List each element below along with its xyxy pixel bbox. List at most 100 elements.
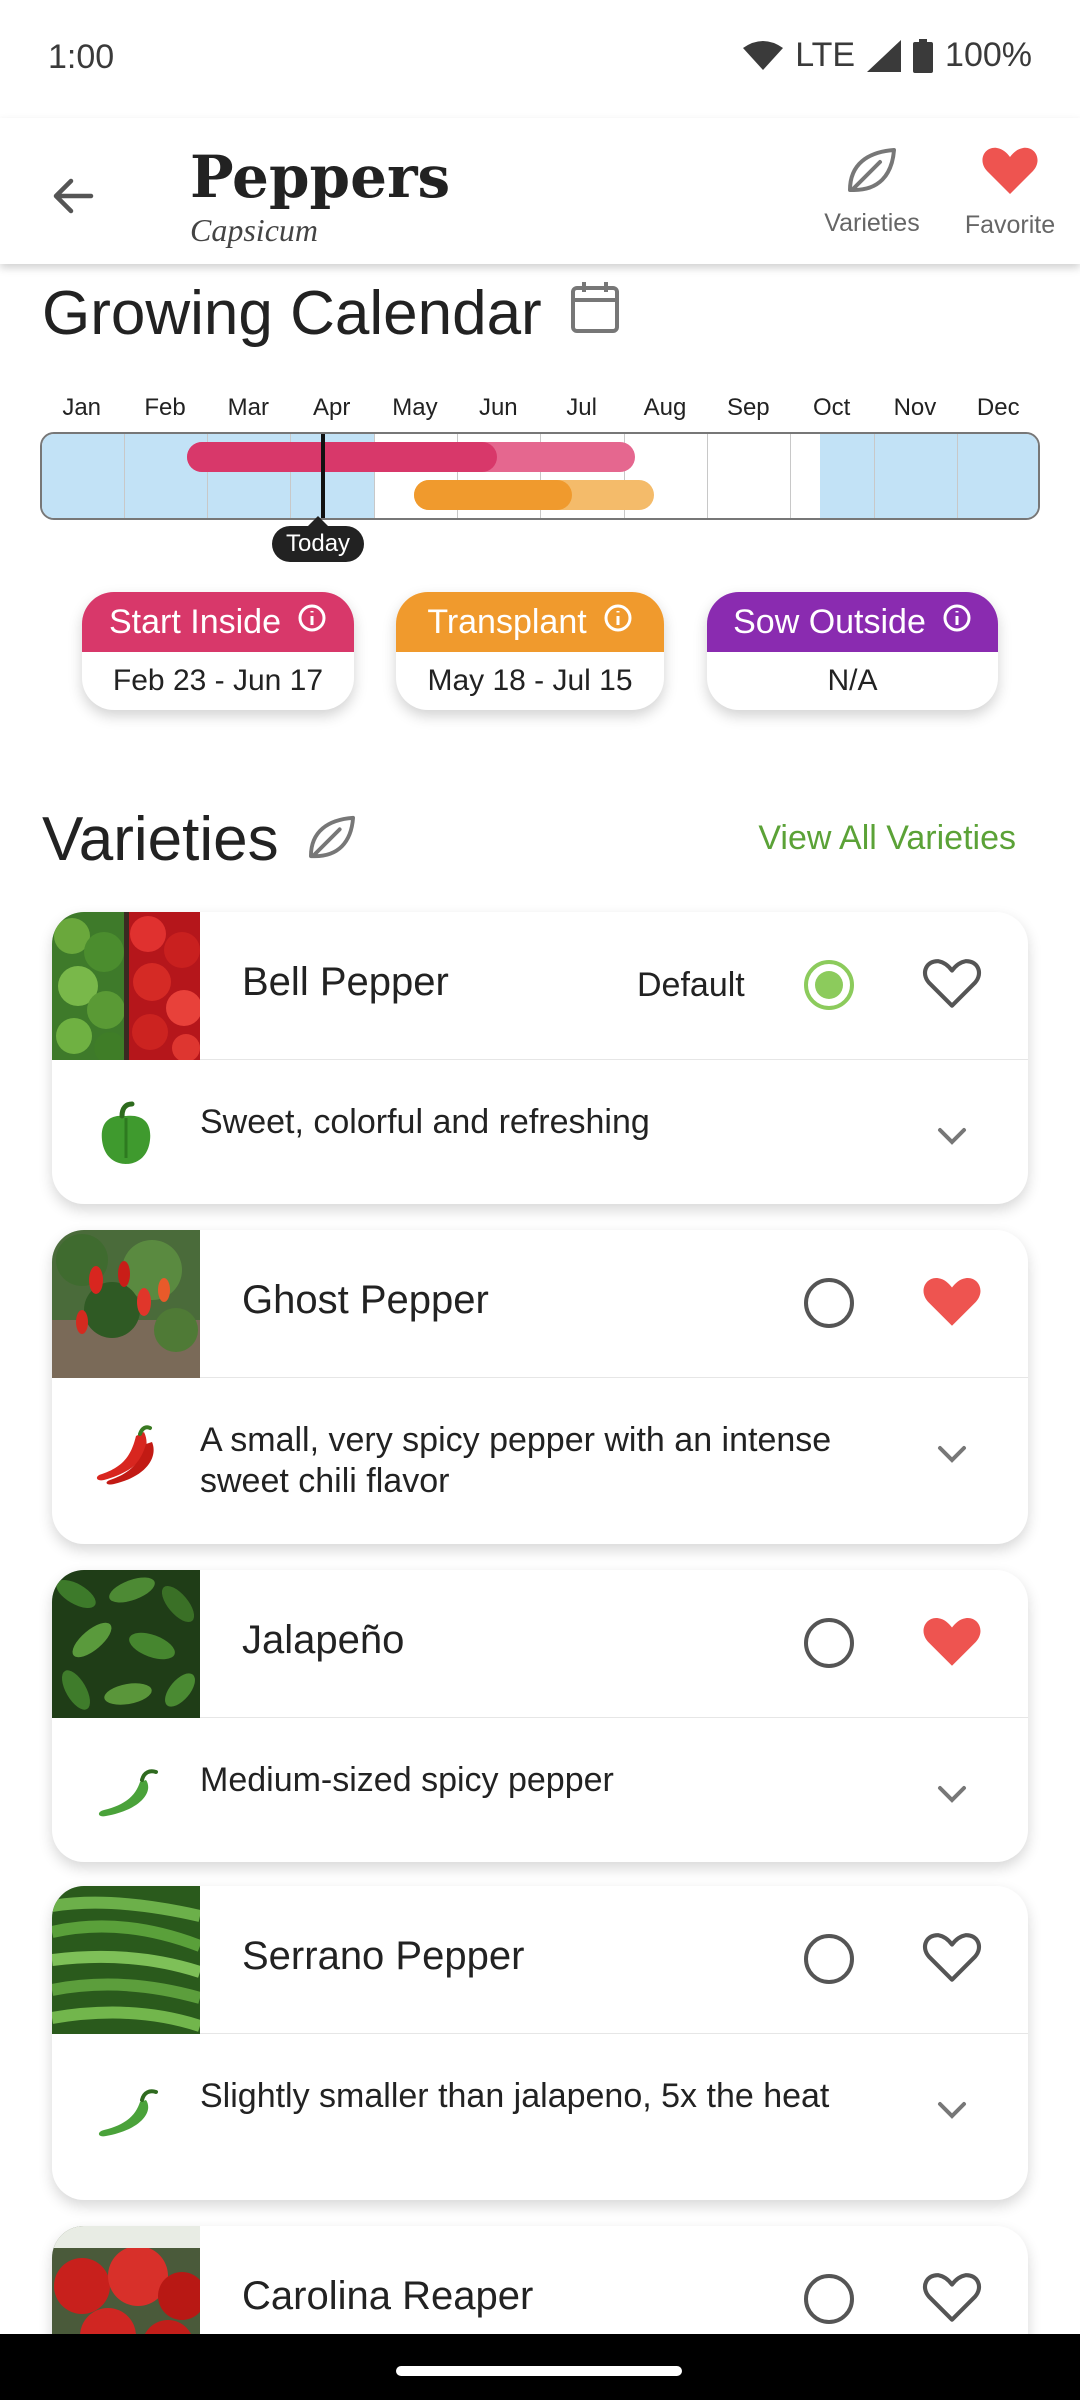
default-label: Default bbox=[637, 966, 745, 1004]
status-time: 1:00 bbox=[48, 38, 115, 76]
variety-description: Medium-sized spicy pepper bbox=[200, 1761, 614, 1799]
month-label: May bbox=[392, 394, 438, 421]
chevron-down-icon[interactable] bbox=[932, 2090, 972, 2130]
default-radio[interactable] bbox=[804, 1618, 854, 1668]
info-icon bbox=[297, 603, 327, 642]
month-label: Mar bbox=[227, 394, 269, 421]
leaf-icon bbox=[846, 146, 898, 209]
view-all-varieties-link[interactable]: View All Varieties bbox=[758, 819, 1016, 858]
variety-name: Ghost Pepper bbox=[242, 1278, 489, 1322]
chip-label: Start Inside bbox=[109, 602, 281, 641]
status-bar: 1:00 LTE 100% bbox=[0, 0, 1080, 118]
sow-outside-chip[interactable]: Sow Outside N/A bbox=[707, 592, 998, 710]
varieties-title: Varieties bbox=[42, 805, 279, 874]
month-label: Jan bbox=[62, 394, 102, 421]
month-label: Oct bbox=[812, 394, 851, 421]
favorite-button[interactable]: Favorite bbox=[950, 146, 1070, 240]
variety-name: Carolina Reaper bbox=[242, 2274, 534, 2318]
variety-description: A small, very spicy pepper with an inten… bbox=[200, 1421, 832, 1500]
heart-outline-icon[interactable] bbox=[922, 956, 982, 1016]
month-label: Dec bbox=[976, 394, 1020, 421]
month-label: Sep bbox=[726, 394, 770, 421]
chevron-down-icon[interactable] bbox=[932, 1116, 972, 1156]
page-title: Peppers bbox=[190, 143, 451, 211]
app-bar: Peppers Capsicum Varieties Favorite bbox=[0, 118, 1080, 264]
signal-icon bbox=[867, 39, 902, 72]
start-inside-chip[interactable]: Start Inside Feb 23 - Jun 17 bbox=[82, 592, 354, 710]
leaf-icon bbox=[307, 804, 357, 875]
arrow-back-icon bbox=[49, 173, 95, 224]
chip-header: Transplant bbox=[396, 592, 664, 652]
variety-card-carolina-reaper[interactable]: Carolina Reaper bbox=[52, 2226, 1028, 2334]
bell-pepper-icon bbox=[92, 1100, 160, 1168]
month-label: Apr bbox=[312, 394, 351, 421]
chip-value: Feb 23 - Jun 17 bbox=[112, 664, 324, 697]
variety-thumbnail bbox=[52, 1230, 200, 1378]
calendar-icon bbox=[570, 278, 620, 349]
network-label: LTE bbox=[795, 36, 856, 74]
month-label: Nov bbox=[893, 394, 937, 421]
home-gesture-handle[interactable] bbox=[396, 2366, 682, 2376]
month-labels: Jan Feb Mar Apr May Jun Jul Aug Sep Oct … bbox=[40, 394, 1040, 422]
chip-label: Transplant bbox=[427, 602, 587, 641]
varieties-button[interactable]: Varieties bbox=[812, 146, 932, 238]
title-block: Peppers Capsicum bbox=[190, 148, 450, 249]
transplant-chip[interactable]: Transplant May 18 - Jul 15 bbox=[396, 592, 664, 710]
heart-outline-icon[interactable] bbox=[922, 1930, 982, 1990]
battery-icon bbox=[913, 38, 934, 73]
month-label: Jul bbox=[566, 394, 597, 421]
green-chili-icon bbox=[92, 1758, 160, 1826]
variety-thumbnail bbox=[52, 1886, 203, 2034]
variety-description: Slightly smaller than jalapeno, 5x the h… bbox=[200, 2077, 830, 2115]
default-radio[interactable] bbox=[804, 2274, 854, 2324]
variety-thumbnail bbox=[52, 1570, 200, 1718]
content-scroll[interactable]: Growing Calendar Jan Feb Mar Apr May Jun… bbox=[0, 264, 1080, 2334]
card-header: Serrano Pepper bbox=[52, 1886, 1028, 2034]
chip-header: Sow Outside bbox=[707, 592, 998, 652]
variety-description: Sweet, colorful and refreshing bbox=[200, 1103, 650, 1141]
wifi-icon bbox=[743, 40, 784, 72]
chip-value: N/A bbox=[827, 664, 878, 697]
card-header: Ghost Pepper bbox=[52, 1230, 1028, 1378]
green-chili-icon bbox=[92, 2078, 160, 2146]
chip-header: Start Inside bbox=[82, 592, 354, 652]
status-icons: LTE 100% bbox=[743, 36, 1032, 75]
variety-card-serrano-pepper[interactable]: Serrano Pepper Slightly smaller than jal… bbox=[52, 1886, 1028, 2200]
growing-timeline[interactable] bbox=[40, 432, 1040, 520]
variety-card-jalapeno[interactable]: Jalapeño Medium-sized spicy pepper bbox=[52, 1570, 1028, 1862]
card-header: Jalapeño bbox=[52, 1570, 1028, 1718]
variety-thumbnail bbox=[52, 2226, 206, 2334]
hot-pepper-icon bbox=[92, 1422, 160, 1490]
default-radio[interactable] bbox=[804, 960, 854, 1010]
variety-card-ghost-pepper[interactable]: Ghost Pepper A small, very spicy pepper … bbox=[52, 1230, 1028, 1544]
default-radio[interactable] bbox=[804, 1934, 854, 1984]
transplant-range bbox=[414, 480, 572, 510]
heart-filled-icon bbox=[981, 146, 1039, 211]
default-radio[interactable] bbox=[804, 1278, 854, 1328]
variety-card-bell-pepper[interactable]: Bell Pepper Default Sweet, colorful and … bbox=[52, 912, 1028, 1204]
variety-thumbnail bbox=[52, 912, 202, 1064]
battery-label: 100% bbox=[945, 36, 1032, 74]
chevron-down-icon[interactable] bbox=[932, 1434, 972, 1474]
variety-name: Serrano Pepper bbox=[242, 1934, 525, 1978]
calendar-title: Growing Calendar bbox=[42, 279, 542, 348]
varieties-label: Varieties bbox=[824, 209, 920, 237]
back-button[interactable] bbox=[34, 160, 110, 236]
heart-filled-icon[interactable] bbox=[922, 1274, 982, 1334]
page-subtitle: Capsicum bbox=[190, 212, 318, 248]
chip-value: May 18 - Jul 15 bbox=[427, 664, 633, 697]
today-label: Today bbox=[272, 516, 365, 562]
heart-outline-icon[interactable] bbox=[922, 2270, 982, 2330]
chevron-down-icon[interactable] bbox=[932, 1774, 972, 1814]
today-marker bbox=[321, 434, 325, 518]
heart-filled-icon[interactable] bbox=[922, 1614, 982, 1674]
calendar-section-title: Growing Calendar bbox=[42, 278, 620, 349]
card-header: Carolina Reaper bbox=[52, 2226, 1028, 2334]
month-label: Feb bbox=[144, 394, 186, 421]
chip-label: Sow Outside bbox=[733, 602, 926, 641]
start-inside-range bbox=[187, 442, 497, 472]
month-label: Jun bbox=[478, 394, 518, 421]
card-header: Bell Pepper Default bbox=[52, 912, 1028, 1064]
variety-name: Jalapeño bbox=[242, 1618, 405, 1662]
varieties-section-title: Varieties bbox=[42, 804, 357, 875]
